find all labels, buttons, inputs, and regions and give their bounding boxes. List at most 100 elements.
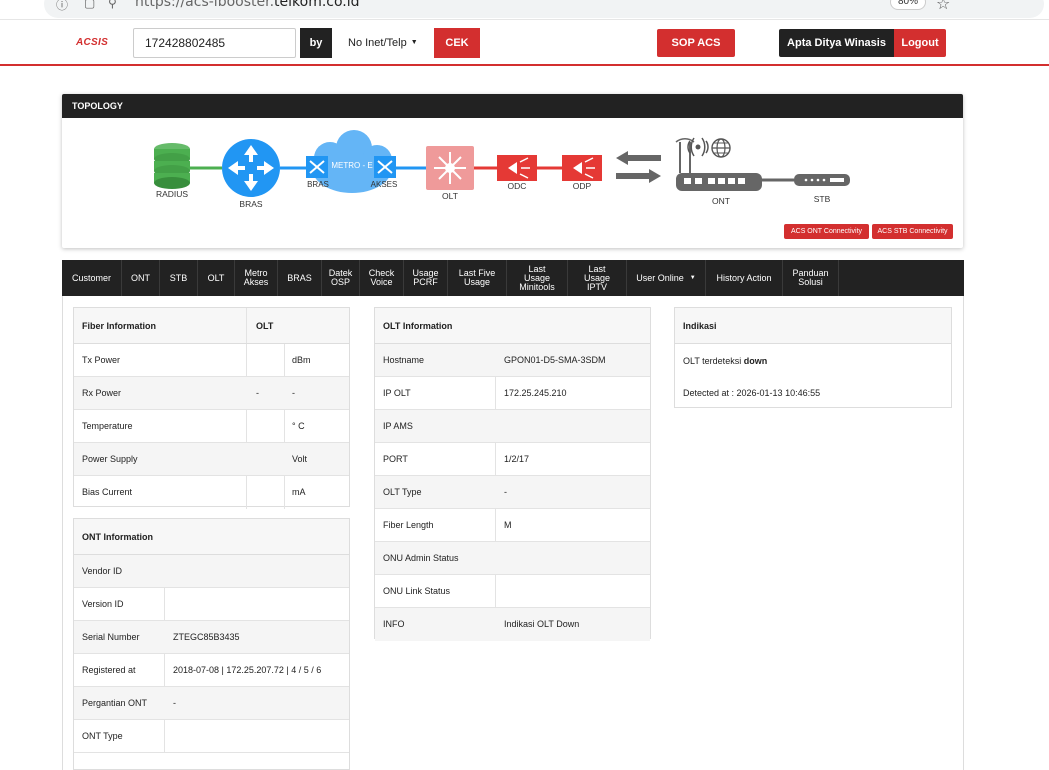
tab-bras-label: BRAS <box>287 272 312 283</box>
site-settings-icon[interactable]: ⚲ <box>108 0 117 10</box>
ont-row-label: Version ID <box>82 599 124 609</box>
tab-olt[interactable]: OLT <box>198 260 235 296</box>
table-row: Rx Power - - <box>74 377 349 410</box>
table-row: Registered at 2018-07-08 | 172.25.207.72 … <box>74 654 349 687</box>
radius-icon[interactable] <box>154 143 190 189</box>
tab-datek-osp[interactable]: Datek OSP <box>322 260 360 296</box>
fiber-row-unit: mA <box>292 487 306 497</box>
olt-row-label: Fiber Length <box>383 520 434 530</box>
fiber-card-header: Fiber Information OLT <box>74 308 349 344</box>
tab-usage-line2: PCRF <box>413 277 438 287</box>
ont-row-value: - <box>173 698 176 708</box>
fiber-row-unit: - <box>292 388 295 398</box>
olt-row-value: 1/2/17 <box>504 454 530 464</box>
odc-icon[interactable] <box>497 155 537 181</box>
tab-olt-label: OLT <box>207 272 225 283</box>
olt-row-label: ONU Admin Status <box>383 553 459 563</box>
ont-row-label: Vendor ID <box>82 566 123 576</box>
cek-button[interactable]: CEK <box>434 28 480 58</box>
ont-row-label: Pergantian ONT <box>82 698 148 708</box>
tab-last-usage-iptv[interactable]: Last Usage IPTV <box>568 260 627 296</box>
search-input[interactable] <box>133 28 296 58</box>
ont-rows: Vendor ID Version ID Serial Number ZTEGC8… <box>74 555 349 753</box>
stb-icon[interactable] <box>794 174 850 186</box>
topology-title: TOPOLOGY <box>62 94 963 118</box>
tab-user-online[interactable]: User Online ▼ <box>627 260 706 296</box>
indikasi-status-word: down <box>743 356 768 366</box>
tab-datek-label: Datek OSP <box>329 269 353 287</box>
ont-row-label: Serial Number <box>82 632 140 642</box>
browser-toolbar: ⓘ ▢ ⚲ https://acs-ibooster.telkom.co.id … <box>0 0 1049 20</box>
tab-metro-line2: Akses <box>243 277 269 287</box>
tab-minitools-line1: Last Usage <box>523 263 550 283</box>
indikasi-card-header: Indikasi <box>675 308 951 344</box>
tab-metro-akses[interactable]: Metro Akses <box>235 260 278 296</box>
tab-ont[interactable]: ONT <box>122 260 160 296</box>
tab-metro-akses-label: Metro Akses <box>244 269 269 287</box>
indikasi-status: OLT terdeteksi down <box>683 356 767 366</box>
tab-ont-label: ONT <box>131 272 150 283</box>
fiber-olt-column-title: OLT <box>256 321 274 331</box>
ont-row-label: Registered at <box>82 665 136 675</box>
olt-row-value: 172.25.245.210 <box>504 388 567 398</box>
caret-down-icon: ▼ <box>410 39 418 47</box>
logout-button[interactable]: Logout <box>894 29 946 57</box>
topology-panel: TOPOLOGY RADIUS BRAS METRO - E BRAS AKSE… <box>62 94 963 248</box>
fiber-row-label: Tx Power <box>82 355 121 365</box>
table-row: Fiber Length M <box>375 509 650 542</box>
tab-customer-label: Customer <box>71 272 111 283</box>
user-name-button[interactable]: Apta Ditya Winasis <box>779 29 894 57</box>
column-divider <box>246 308 247 343</box>
tab-history-label: History Action <box>716 272 772 283</box>
tab-last-usage-minitools[interactable]: Last Usage Minitools <box>507 260 568 296</box>
odp-label: ODP <box>573 181 592 191</box>
by-button[interactable]: by <box>300 28 332 58</box>
search-type-select[interactable]: No Inet/Telp ▼ <box>340 28 432 58</box>
tab-bras[interactable]: BRAS <box>278 260 322 296</box>
bookmark-star-icon[interactable]: ☆ <box>936 0 950 14</box>
ont-row-label: ONT Type <box>82 731 123 741</box>
ont-row-value: ZTEGC85B3435 <box>173 632 240 642</box>
tab-minitools-line2: Minitools <box>519 281 555 292</box>
tab-stb-label: STB <box>169 272 188 283</box>
info-icon[interactable]: ⓘ <box>56 0 68 13</box>
acs-ont-connectivity-button[interactable]: ACS ONT Connectivity <box>784 224 869 239</box>
olt-row-label: PORT <box>383 454 408 464</box>
tab-last-five-usage[interactable]: Last Five Usage <box>448 260 507 296</box>
table-row: PORT 1/2/17 <box>375 443 650 476</box>
tab-customer[interactable]: Customer <box>62 260 122 296</box>
tab-check-voice[interactable]: Check Voice <box>360 260 404 296</box>
metro-center-label: METRO - E <box>331 161 372 170</box>
olt-row-value: M <box>504 520 512 530</box>
sop-acs-button[interactable]: SOP ACS <box>657 29 735 57</box>
acsis-logo[interactable]: ACSIS <box>76 37 108 48</box>
radius-label: RADIUS <box>156 189 188 199</box>
tab-panduan-solusi[interactable]: Panduan Solusi <box>783 260 839 296</box>
table-row: ONU Admin Status <box>375 542 650 575</box>
table-row: Hostname GPON01-D5-SMA-3SDM <box>375 344 650 377</box>
tab-minitools-label: Last Usage Minitools <box>515 263 559 292</box>
search-type-label: No Inet/Telp <box>348 37 407 49</box>
tab-history-action[interactable]: History Action <box>706 260 783 296</box>
olt-row-label: IP OLT <box>383 388 411 398</box>
odp-icon[interactable] <box>562 155 602 181</box>
tab-stb[interactable]: STB <box>160 260 198 296</box>
table-row: IP OLT 172.25.245.210 <box>375 377 650 410</box>
table-row: Pergantian ONT - <box>74 687 349 720</box>
tab-usage-pcrf[interactable]: Usage PCRF <box>404 260 448 296</box>
olt-icon[interactable] <box>426 146 474 190</box>
tab-panduan-label: Panduan Solusi <box>792 269 828 287</box>
fiber-row-label: Rx Power <box>82 388 122 398</box>
url-text[interactable]: https://acs-ibooster.telkom.co.id <box>135 0 360 10</box>
tab-check-label: Check Voice <box>369 269 395 287</box>
globe-icon <box>711 138 731 158</box>
olt-row-label: IP AMS <box>383 421 413 431</box>
lock-icon[interactable]: ▢ <box>84 0 95 10</box>
ont-router-icon[interactable] <box>675 138 762 191</box>
acs-stb-connectivity-button[interactable]: ACS STB Connectivity <box>872 224 953 239</box>
stb-label: STB <box>814 194 831 204</box>
olt-row-value: Indikasi OLT Down <box>504 619 580 629</box>
bras-router-icon[interactable] <box>222 139 280 197</box>
ont-row-value: 2018-07-08 | 172.25.207.72 | 4 / 5 / 6 <box>173 665 322 675</box>
zoom-indicator[interactable]: 80% <box>890 0 926 10</box>
